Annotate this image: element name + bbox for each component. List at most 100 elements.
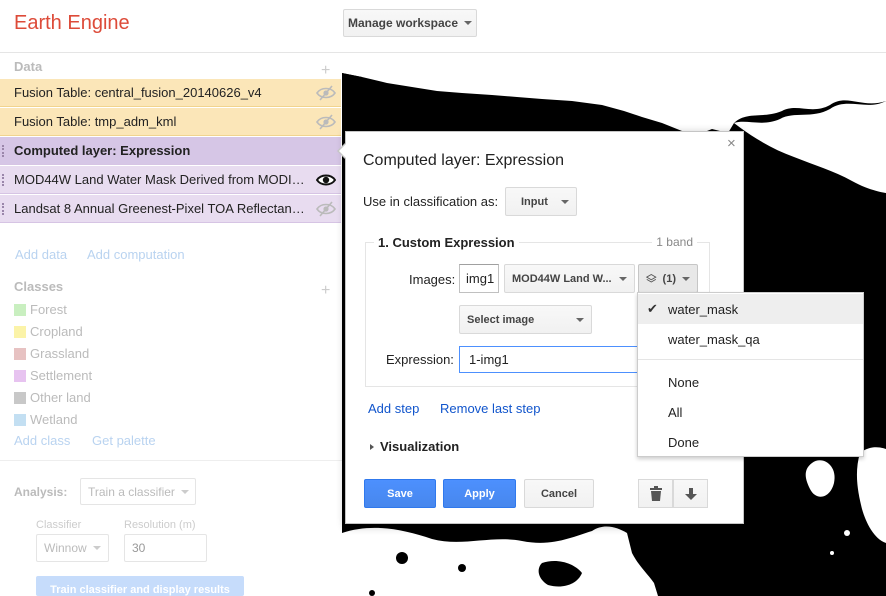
checkmark-icon: ✔ — [647, 301, 658, 316]
select-image-button[interactable]: Select image — [459, 305, 592, 334]
move-down-button[interactable] — [673, 479, 708, 508]
band-dropdown-menu: ✔ water_mask water_mask_qa None All Done — [637, 292, 864, 457]
class-swatch — [14, 303, 26, 316]
save-button[interactable]: Save — [364, 479, 436, 508]
dialog-title: Computed layer: Expression — [363, 152, 564, 169]
class-label: Wetland — [30, 412, 78, 427]
class-label: Other land — [30, 390, 91, 405]
layer-row-landsat[interactable]: Landsat 8 Annual Greenest-Pixel TOA Refl… — [0, 195, 341, 223]
resolution-input[interactable]: 30 — [124, 534, 207, 562]
band-option-label: water_mask — [668, 301, 739, 317]
class-item-forest[interactable]: Forest — [14, 302, 67, 317]
add-computation-link[interactable]: Add computation — [87, 247, 185, 262]
band-option-all[interactable]: All — [638, 397, 863, 427]
use-in-classification-label: Use in classification as: — [363, 194, 499, 209]
remove-last-step-link[interactable]: Remove last step — [440, 401, 540, 416]
image-source-value: MOD44W Land W... — [512, 272, 612, 285]
eye-off-icon[interactable] — [316, 85, 336, 101]
app-title: Earth Engine — [14, 12, 130, 34]
band-option-water-mask[interactable]: ✔ water_mask — [638, 294, 863, 324]
layer-label: Fusion Table: central_fusion_20140626_v4 — [14, 85, 262, 100]
class-item-other-land[interactable]: Other land — [14, 390, 91, 405]
layers-icon — [646, 273, 657, 283]
add-data-plus-icon[interactable]: + — [321, 62, 330, 80]
none-label: None — [668, 374, 700, 390]
get-palette-link[interactable]: Get palette — [92, 433, 156, 448]
analysis-select[interactable]: Train a classifier — [80, 478, 196, 505]
drag-handle-icon[interactable] — [2, 203, 5, 215]
apply-label: Apply — [464, 487, 495, 500]
header: Earth Engine Manage workspace — [0, 0, 886, 53]
eye-icon[interactable] — [316, 172, 336, 188]
done-label: Done — [668, 434, 700, 450]
class-swatch — [14, 391, 26, 404]
arrow-down-icon — [684, 487, 697, 500]
class-item-settlement[interactable]: Settlement — [14, 368, 92, 383]
chevron-down-icon — [561, 199, 569, 204]
class-item-cropland[interactable]: Cropland — [14, 324, 83, 339]
class-label: Cropland — [30, 324, 83, 339]
layer-label: Computed layer: Expression — [14, 143, 191, 158]
images-label: Images: — [409, 272, 456, 287]
visualization-label: Visualization — [380, 439, 460, 454]
image-source-select[interactable]: MOD44W Land W... — [504, 264, 635, 293]
layer-row-fusion-2[interactable]: Fusion Table: tmp_adm_kml — [0, 108, 341, 136]
class-item-grassland[interactable]: Grassland — [14, 346, 89, 361]
band-count: 1 band — [652, 235, 697, 249]
trash-icon — [649, 486, 662, 501]
close-icon[interactable]: × — [727, 135, 736, 152]
data-section-title: Data — [14, 59, 43, 74]
image-variable-input[interactable]: img1 — [459, 264, 499, 293]
eye-off-icon[interactable] — [316, 114, 336, 130]
sidebar: Data + Fusion Table: central_fusion_2014… — [0, 53, 342, 596]
eye-off-icon[interactable] — [316, 201, 336, 217]
all-label: All — [668, 404, 683, 420]
expression-value: 1-img1 — [469, 352, 509, 367]
drag-handle-icon[interactable] — [2, 174, 5, 186]
visualization-toggle[interactable]: Visualization — [370, 439, 459, 454]
band-select-value: (1) — [662, 272, 676, 285]
add-data-link[interactable]: Add data — [15, 247, 67, 262]
cancel-button[interactable]: Cancel — [524, 479, 594, 508]
add-step-link[interactable]: Add step — [368, 401, 419, 416]
train-classifier-button[interactable]: Train classifier and display results — [36, 576, 244, 596]
band-menu-done[interactable]: Done — [638, 427, 863, 457]
band-select-button[interactable]: (1) — [638, 264, 698, 293]
analysis-value: Train a classifier — [88, 484, 175, 499]
dialog-pointer-inner — [339, 143, 347, 159]
chevron-down-icon — [576, 317, 584, 322]
class-label: Forest — [30, 302, 67, 317]
layer-label: Fusion Table: tmp_adm_kml — [14, 114, 177, 129]
divider — [0, 460, 342, 461]
band-option-water-mask-qa[interactable]: water_mask_qa — [638, 324, 863, 354]
layer-label: MOD44W Land Water Mask Derived from MODI… — [14, 172, 310, 187]
layer-row-mod44w[interactable]: MOD44W Land Water Mask Derived from MODI… — [0, 166, 341, 194]
classes-section-title: Classes — [14, 279, 64, 294]
delete-layer-button[interactable] — [638, 479, 673, 508]
layer-row-computed[interactable]: Computed layer: Expression — [0, 137, 341, 165]
class-swatch — [14, 413, 26, 426]
train-button-label: Train classifier and display results — [50, 584, 230, 596]
class-swatch — [14, 369, 26, 382]
classifier-label: Classifier — [36, 519, 82, 531]
apply-button[interactable]: Apply — [443, 479, 516, 508]
expression-input[interactable]: 1-img1 — [459, 346, 639, 373]
manage-workspace-label: Manage workspace — [347, 16, 459, 30]
band-option-none[interactable]: None — [638, 367, 863, 397]
class-label: Grassland — [30, 346, 90, 361]
chevron-down-icon — [180, 489, 189, 494]
chevron-down-icon — [92, 546, 101, 550]
layer-row-fusion-1[interactable]: Fusion Table: central_fusion_20140626_v4 — [0, 79, 341, 107]
add-class-plus-icon[interactable]: + — [321, 282, 330, 300]
resolution-label: Resolution (m) — [124, 519, 196, 531]
classifier-select[interactable]: Winnow — [36, 534, 109, 562]
use-in-classification-select[interactable]: Input — [505, 187, 577, 216]
add-class-link[interactable]: Add class — [14, 433, 70, 448]
image-variable-value: img1 — [466, 271, 495, 286]
cancel-label: Cancel — [540, 487, 578, 500]
drag-handle-icon[interactable] — [2, 145, 5, 157]
use-value: Input — [521, 195, 548, 208]
manage-workspace-button[interactable]: Manage workspace — [343, 9, 477, 37]
resolution-value: 30 — [132, 541, 146, 555]
class-item-wetland[interactable]: Wetland — [14, 412, 77, 427]
